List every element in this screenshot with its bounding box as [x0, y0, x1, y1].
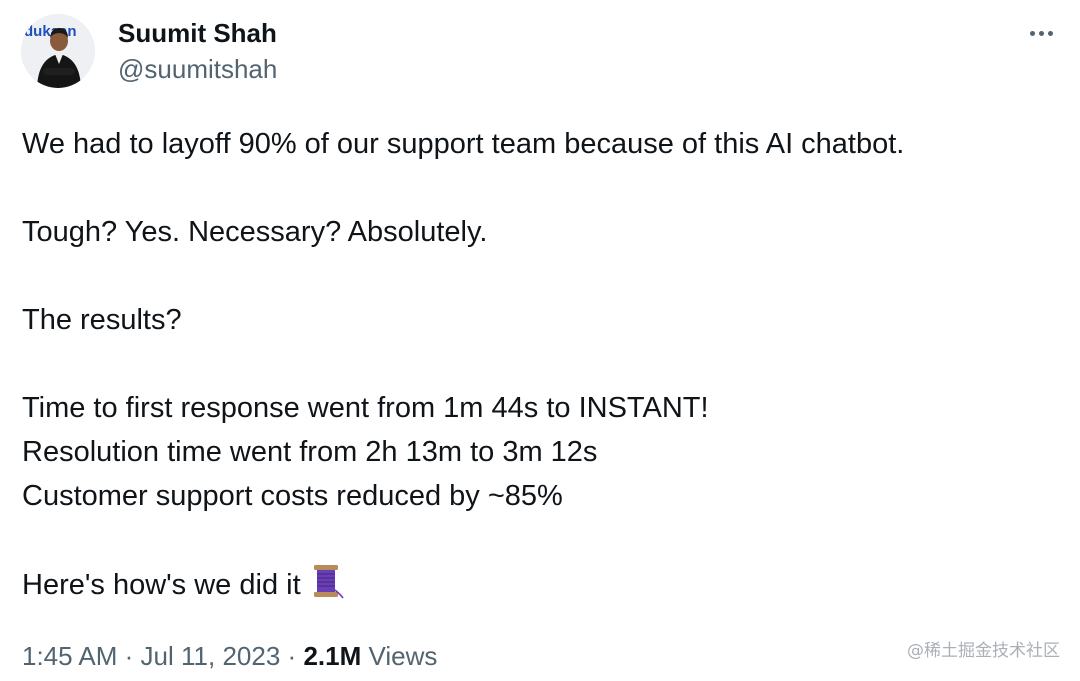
avatar-image: dukaan	[21, 14, 95, 88]
meta-separator: ·	[124, 641, 134, 671]
tweet-card: dukaan Suumit Shah @suumitshah We had to…	[0, 0, 1080, 681]
tweet-time[interactable]: 1:45 AM	[22, 641, 117, 671]
more-horizontal-icon	[1028, 30, 1055, 36]
watermark: @稀土掘金技术社区	[907, 641, 1060, 661]
tweet-date[interactable]: Jul 11, 2023	[141, 641, 281, 671]
author-block: Suumit Shah @suumitshah	[118, 16, 277, 88]
views-label[interactable]: Views	[368, 641, 437, 671]
author-handle[interactable]: @suumitshah	[118, 50, 277, 88]
tweet-line: Tough? Yes. Necessary? Absolutely.	[22, 216, 488, 248]
tweet-line-text: Here's how's we did it	[22, 569, 301, 601]
avatar[interactable]: dukaan	[21, 14, 95, 88]
tweet-line: Time to first response went from 1m 44s …	[22, 392, 709, 424]
views-count[interactable]: 2.1M	[303, 641, 361, 671]
thread-spool-icon	[307, 562, 345, 600]
tweet-line: Customer support costs reduced by ~85%	[22, 480, 563, 512]
more-options-button[interactable]	[1024, 16, 1058, 50]
tweet-text: We had to layoff 90% of our support team…	[22, 122, 1022, 607]
tweet-line-last: Here's how's we did it	[22, 562, 1022, 607]
tweet-meta: 1:45 AM · Jul 11, 2023 · 2.1M Views	[22, 638, 437, 674]
tweet-line: We had to layoff 90% of our support team…	[22, 128, 905, 160]
tweet-line: The results?	[22, 304, 182, 336]
tweet-line: Resolution time went from 2h 13m to 3m 1…	[22, 436, 598, 468]
meta-separator: ·	[287, 641, 297, 671]
author-display-name[interactable]: Suumit Shah	[118, 16, 277, 50]
